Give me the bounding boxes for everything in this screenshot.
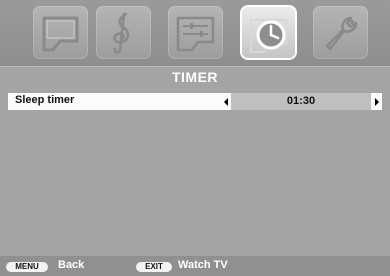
arrow-right-icon[interactable] bbox=[375, 98, 379, 106]
back-label: Back bbox=[58, 259, 85, 271]
tab-picture[interactable] bbox=[33, 6, 88, 59]
footer-bar: MENU Back EXIT Watch TV bbox=[0, 256, 390, 276]
arrow-left-icon[interactable] bbox=[224, 98, 228, 106]
tab-setup[interactable] bbox=[168, 6, 223, 59]
page-title: TIMER bbox=[171, 69, 219, 85]
tab-sound[interactable] bbox=[96, 6, 151, 59]
setting-value[interactable]: 01:30 bbox=[231, 93, 371, 110]
tab-installation[interactable] bbox=[313, 6, 368, 59]
tab-timer[interactable] bbox=[241, 6, 296, 59]
clock-icon bbox=[250, 19, 287, 53]
setting-row-sleep-timer[interactable]: Sleep timer 01:30 bbox=[8, 93, 382, 110]
header-divider bbox=[0, 66, 390, 67]
wrench-icon bbox=[325, 16, 358, 51]
tv-screen-icon bbox=[42, 16, 79, 52]
menu-tab-bar bbox=[0, 0, 390, 66]
setting-label: Sleep timer bbox=[15, 94, 75, 106]
slider-panel-icon bbox=[176, 16, 215, 52]
exit-key-badge[interactable]: EXIT bbox=[136, 262, 172, 272]
treble-clef-icon bbox=[113, 12, 130, 54]
menu-key-badge[interactable]: MENU bbox=[6, 262, 48, 272]
watch-tv-label: Watch TV bbox=[178, 259, 228, 271]
